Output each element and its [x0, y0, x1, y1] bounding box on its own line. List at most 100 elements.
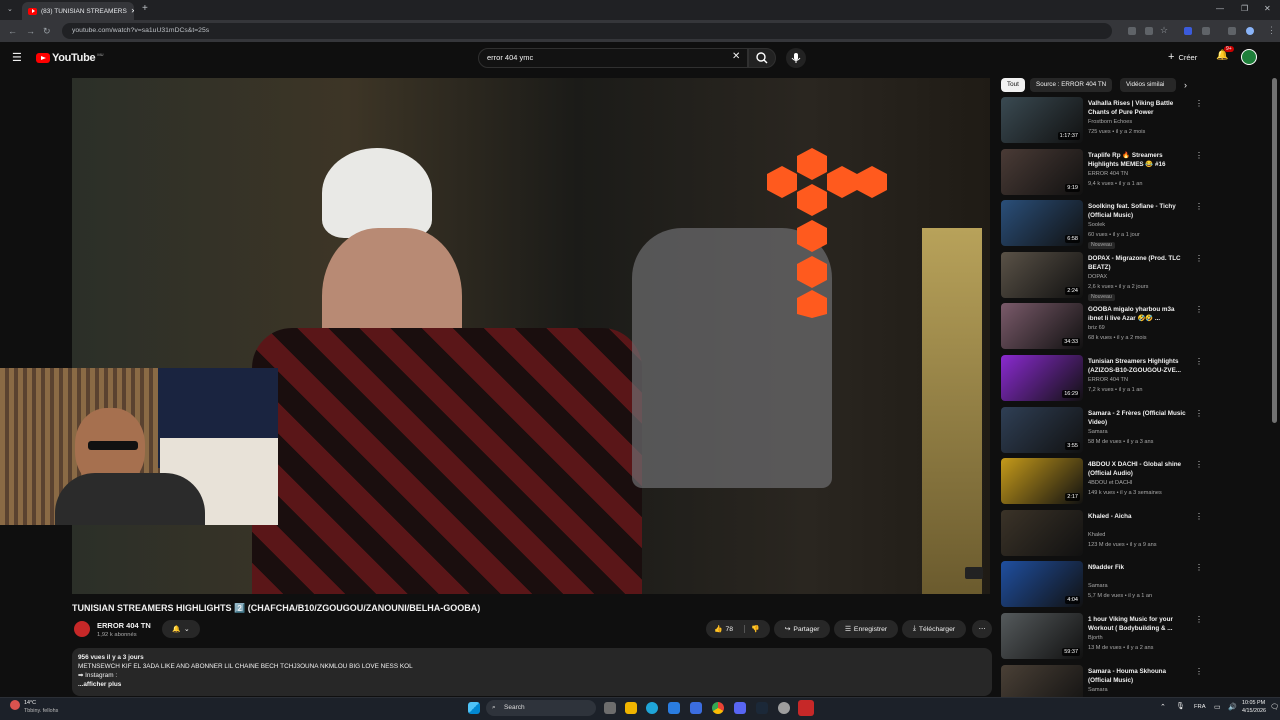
search-button[interactable] — [748, 48, 776, 68]
rec-channel[interactable]: Samara — [1088, 583, 1108, 590]
rec-title[interactable]: Traplife Rp 🔥 Streamers Highlights MEMES… — [1088, 151, 1188, 169]
bookmark-star-icon[interactable]: ☆ — [1160, 25, 1168, 35]
rec-thumbnail[interactable]: 3:55 — [1001, 407, 1083, 453]
rec-channel[interactable]: Samara — [1088, 687, 1108, 694]
description-box[interactable]: 956 vues il y a 3 jours METNSEWCH KIF EL… — [72, 648, 992, 696]
address-bar[interactable]: youtube.com/watch?v=sa1uU31mDCs&t=25s — [62, 23, 1112, 39]
maximize-icon[interactable]: ❐ — [1241, 4, 1248, 13]
rec-channel[interactable]: Samara — [1088, 429, 1108, 436]
taskbar-search[interactable]: ⌕ Search — [486, 700, 596, 716]
subscribed-bell-button[interactable]: 🔔 ⌄ — [162, 620, 200, 638]
extension-icon[interactable] — [1184, 27, 1192, 35]
close-window-icon[interactable]: ✕ — [1264, 4, 1271, 13]
weather-icon[interactable] — [10, 700, 20, 710]
clock-date[interactable]: 4/15/2026 — [1242, 708, 1266, 714]
download-button[interactable]: ⤓ Télécharger — [902, 620, 966, 638]
rec-channel[interactable]: Soolek — [1088, 222, 1105, 229]
rec-thumbnail[interactable]: 16:29 — [1001, 355, 1083, 401]
voice-search-button[interactable] — [786, 48, 806, 68]
rec-thumbnail[interactable] — [1001, 510, 1083, 556]
file-explorer-icon[interactable] — [625, 702, 637, 714]
rec-thumbnail[interactable]: 4:04 — [1001, 561, 1083, 607]
rec-menu-icon[interactable]: ⋮ — [1195, 668, 1203, 676]
rec-menu-icon[interactable]: ⋮ — [1195, 255, 1203, 263]
rec-channel[interactable]: briz 69 — [1088, 325, 1105, 332]
network-icon[interactable]: ▭ — [1214, 703, 1221, 711]
windows-start-icon[interactable] — [468, 702, 480, 714]
rec-channel[interactable]: Frostborn Echoes — [1088, 119, 1132, 126]
share-button[interactable]: ↪ Partager — [774, 620, 830, 638]
create-button[interactable]: + Créer — [1168, 51, 1197, 63]
tab-search-icon[interactable]: ⌄ — [7, 5, 13, 13]
notification-center-icon[interactable]: 🗨 — [1270, 703, 1279, 711]
chip-related[interactable]: Vidéos similai — [1120, 78, 1176, 92]
reload-icon[interactable]: ↻ — [43, 26, 51, 36]
account-avatar[interactable] — [1241, 49, 1257, 65]
rec-thumbnail[interactable]: 9:19 — [1001, 149, 1083, 195]
rec-title[interactable]: Samara - 2 Frères (Official Music Video) — [1088, 409, 1188, 427]
rec-channel[interactable]: ERROR 404 TN — [1088, 171, 1128, 178]
browser-tab[interactable]: (83) TUNISIAN STREAMERS ✕ — [22, 2, 134, 20]
rec-title[interactable]: Valhalla Rises | Viking Battle Chants of… — [1088, 99, 1188, 117]
player-settings-icon[interactable] — [965, 567, 983, 579]
rec-title[interactable]: Samara - Houma Skhouna (Official Music) — [1088, 667, 1188, 685]
youtube-logo[interactable]: YouTube MU — [36, 52, 104, 64]
save-button[interactable]: ☰ Enregistrer — [834, 620, 898, 638]
settings-gear-icon[interactable] — [778, 702, 790, 714]
extensions-puzzle-icon[interactable] — [1202, 27, 1210, 35]
forward-icon[interactable]: → — [26, 26, 35, 36]
clock-time[interactable]: 10:05 PM — [1242, 700, 1265, 706]
rec-menu-icon[interactable]: ⋮ — [1195, 616, 1203, 624]
rec-menu-icon[interactable]: ⋮ — [1195, 513, 1203, 521]
translate-icon[interactable] — [1128, 27, 1136, 35]
page-scrollbar[interactable] — [1272, 78, 1277, 423]
rec-thumbnail[interactable]: 2:17 — [1001, 458, 1083, 504]
rec-thumbnail[interactable]: 34:33 — [1001, 303, 1083, 349]
discord-icon[interactable] — [734, 702, 746, 714]
chips-next-icon[interactable]: › — [1184, 80, 1187, 90]
language-indicator[interactable]: FRA — [1194, 704, 1206, 710]
rec-title[interactable]: 1 hour Viking Music for your Workout ( B… — [1088, 615, 1188, 633]
rec-menu-icon[interactable]: ⋮ — [1195, 203, 1203, 211]
rec-channel[interactable]: Khaled — [1088, 532, 1105, 539]
channel-name[interactable]: ERROR 404 TN — [97, 621, 151, 630]
rec-title[interactable]: GOOBA migalo yharbou m3a ibnet li live A… — [1088, 305, 1188, 323]
downloads-icon[interactable] — [1228, 27, 1236, 35]
rec-channel[interactable]: 4BDOU et DACHI — [1088, 480, 1132, 487]
rec-menu-icon[interactable]: ⋮ — [1195, 564, 1203, 572]
rec-menu-icon[interactable]: ⋮ — [1195, 306, 1203, 314]
task-view-icon[interactable] — [604, 702, 616, 714]
rec-title[interactable]: Soolking feat. Sofiane - Tichy (Official… — [1088, 202, 1188, 220]
thumbs-down-icon[interactable]: 👎 — [744, 625, 760, 633]
rec-channel[interactable]: DOPAX — [1088, 274, 1107, 281]
chip-source[interactable]: Source : ERROR 404 TN — [1030, 78, 1113, 92]
rec-menu-icon[interactable]: ⋮ — [1195, 358, 1203, 366]
rec-menu-icon[interactable]: ⋮ — [1195, 152, 1203, 160]
chip-all[interactable]: Tout — [1001, 78, 1025, 92]
tray-chevron-icon[interactable]: ⌃ — [1160, 703, 1166, 711]
rec-menu-icon[interactable]: ⋮ — [1195, 410, 1203, 418]
tray-mic-icon[interactable]: 🎙 — [1176, 702, 1185, 710]
rec-menu-icon[interactable]: ⋮ — [1195, 100, 1203, 108]
browser-menu-icon[interactable]: ⋮ — [1267, 25, 1276, 35]
steam-icon[interactable] — [756, 702, 768, 714]
store-icon[interactable] — [668, 702, 680, 714]
rec-thumbnail[interactable]: 59:37 — [1001, 613, 1083, 659]
minimize-icon[interactable]: — — [1216, 4, 1224, 13]
channel-avatar[interactable] — [74, 621, 90, 637]
search-input[interactable]: error 404 ymc — [478, 48, 748, 68]
rec-thumbnail[interactable]: 6:58 — [1001, 200, 1083, 246]
rec-title[interactable]: 4BDOU X DACHI - Global shine (Official A… — [1088, 460, 1188, 478]
rec-menu-icon[interactable]: ⋮ — [1195, 461, 1203, 469]
mail-icon[interactable] — [690, 702, 702, 714]
hamburger-menu-icon[interactable]: ☰ — [12, 51, 22, 64]
rec-title[interactable]: N9adder Fik — [1088, 563, 1188, 572]
active-app-icon[interactable] — [798, 700, 814, 716]
show-more-link[interactable]: ...afficher plus — [78, 680, 986, 689]
rec-title[interactable]: DOPAX - Migrazone (Prod. TLC BEATZ) — [1088, 254, 1188, 272]
profile-avatar-icon[interactable] — [1246, 27, 1254, 35]
rec-thumbnail[interactable]: 1:17:37 — [1001, 97, 1083, 143]
rec-channel[interactable]: ERROR 404 TN — [1088, 377, 1128, 384]
chrome-icon[interactable] — [712, 702, 724, 714]
rec-title[interactable]: Khaled - Aicha — [1088, 512, 1188, 521]
